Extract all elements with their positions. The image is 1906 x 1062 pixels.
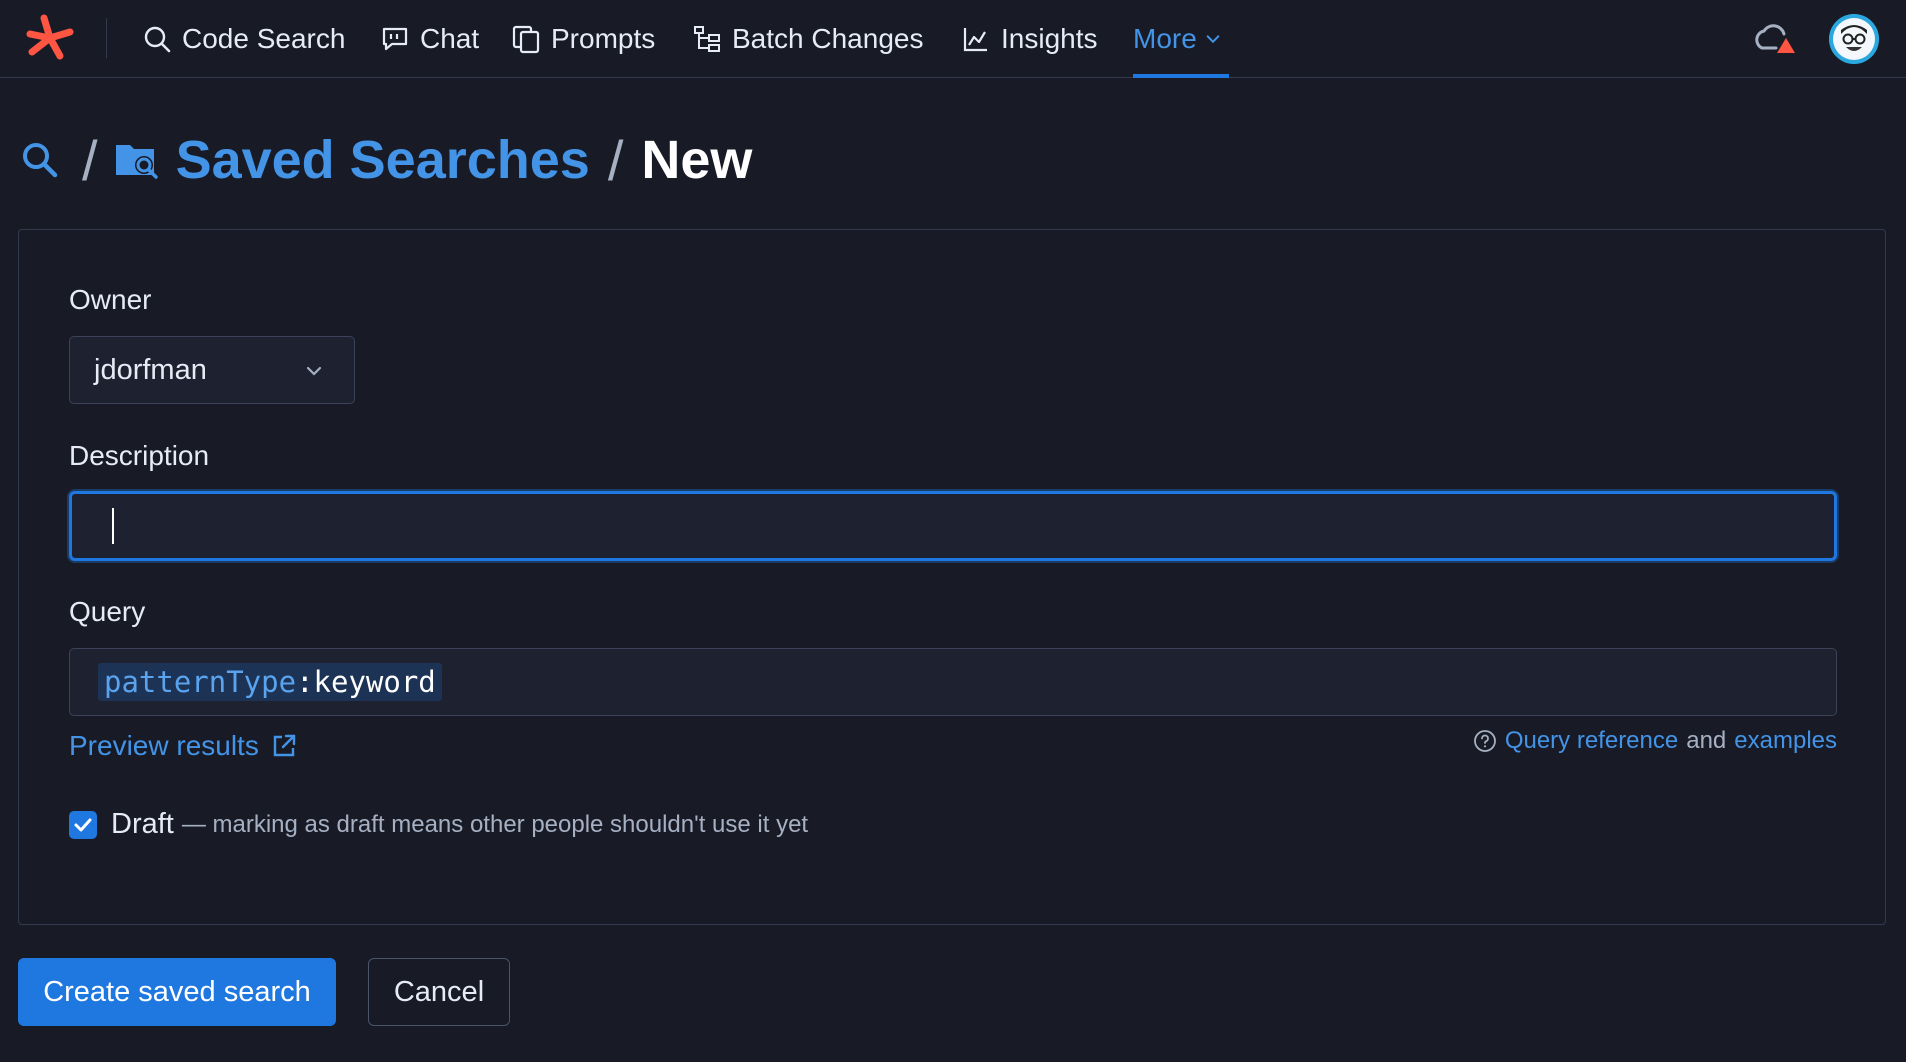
- draft-checkbox[interactable]: [69, 810, 97, 839]
- help-circle-icon: [1473, 730, 1496, 752]
- external-link-icon: [273, 734, 296, 757]
- folder-search-icon: [115, 145, 158, 179]
- query-input[interactable]: patternType:keyword: [69, 648, 1837, 716]
- page-title: New: [641, 130, 753, 190]
- nav-more-label: More: [1133, 23, 1197, 54]
- query-filter-value: keyword: [313, 665, 436, 699]
- insights-icon: [963, 28, 987, 52]
- breadcrumb-saved-searches-link[interactable]: Saved Searches: [176, 129, 590, 191]
- search-icon[interactable]: [20, 140, 60, 180]
- nav-batch-changes-label: Batch Changes: [732, 23, 924, 54]
- saved-search-form: Owner jdorfman Description Query pattern…: [18, 229, 1886, 925]
- nav-more[interactable]: More: [1133, 0, 1229, 78]
- nav-batch-changes[interactable]: Batch Changes: [692, 0, 923, 78]
- nav-insights-label: Insights: [1001, 23, 1098, 54]
- batch-changes-icon: [694, 26, 720, 52]
- nav-chat[interactable]: Chat: [380, 0, 479, 78]
- cancel-button[interactable]: Cancel: [368, 958, 510, 1026]
- draft-row: Draft — marking as draft means other peo…: [69, 808, 808, 841]
- nav-insights[interactable]: Insights: [961, 0, 1098, 78]
- breadcrumb: / Saved Searches / New: [20, 128, 752, 192]
- avatar-image-icon: [1829, 14, 1879, 64]
- nav-chat-label: Chat: [420, 23, 480, 54]
- nav-code-search-label: Code Search: [182, 23, 346, 54]
- query-filter-separator: :: [296, 665, 314, 699]
- query-filter-field: patternType: [104, 665, 297, 699]
- top-navigation: Code Search Chat Prompts Batch Changes I…: [0, 0, 1906, 78]
- active-tab-underline: [1133, 74, 1229, 78]
- owner-select[interactable]: jdorfman: [69, 336, 355, 404]
- query-label: Query: [69, 596, 146, 627]
- chevron-down-icon: [1206, 35, 1220, 44]
- preview-results-link[interactable]: Preview results: [69, 730, 297, 762]
- draft-label[interactable]: Draft: [111, 808, 174, 841]
- description-label: Description: [69, 440, 210, 471]
- chevron-down-icon: [306, 366, 322, 376]
- owner-label: Owner: [69, 284, 152, 315]
- query-reference-link[interactable]: Query reference: [1505, 727, 1678, 755]
- user-avatar[interactable]: [1829, 14, 1879, 64]
- cloud-warning-icon[interactable]: [1752, 20, 1798, 56]
- search-icon: [144, 26, 171, 53]
- query-reference-line: Query reference and examples: [1473, 727, 1837, 755]
- preview-results-label: Preview results: [69, 730, 259, 761]
- breadcrumb-separator: /: [607, 128, 624, 192]
- query-token: patternType:keyword: [98, 663, 442, 701]
- nav-divider: [106, 18, 107, 58]
- query-reference-and: and: [1686, 727, 1727, 754]
- description-input[interactable]: [69, 491, 1837, 561]
- checkmark-icon: [74, 818, 92, 831]
- chat-icon: [382, 27, 408, 51]
- prompts-icon: [512, 25, 540, 54]
- nav-prompts-label: Prompts: [551, 23, 656, 54]
- breadcrumb-separator: /: [82, 128, 98, 192]
- draft-hint: — marking as draft means other people sh…: [181, 810, 809, 838]
- nav-code-search[interactable]: Code Search: [142, 0, 345, 78]
- nav-prompts[interactable]: Prompts: [511, 0, 655, 78]
- sourcegraph-logo-icon[interactable]: [26, 14, 74, 62]
- owner-select-value: jdorfman: [94, 353, 207, 386]
- text-caret: [112, 508, 114, 544]
- create-saved-search-button[interactable]: Create saved search: [18, 958, 336, 1026]
- query-examples-link[interactable]: examples: [1734, 727, 1837, 755]
